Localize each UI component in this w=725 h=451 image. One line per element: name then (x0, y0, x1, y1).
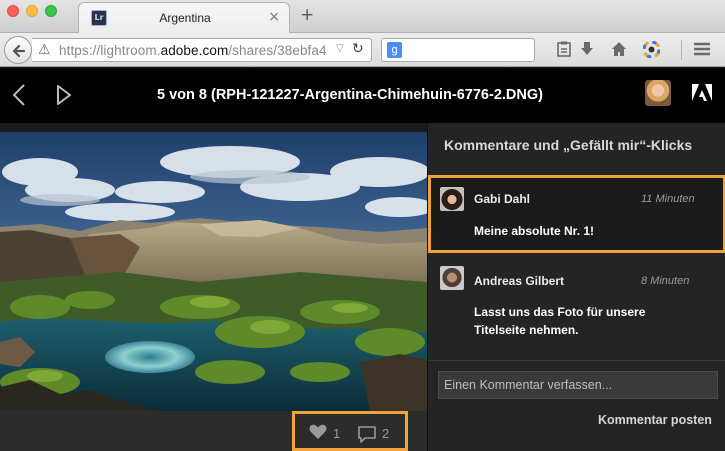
likes-comments-counter: 1 2 (292, 411, 408, 451)
comment-text: Meine absolute Nr. 1! (474, 224, 595, 238)
warning-icon: ⚠ (38, 42, 51, 58)
tab-bar: Lr Argentina × + (0, 0, 725, 33)
home-icon[interactable] (611, 41, 627, 60)
comment-time: 11 Minuten (641, 193, 695, 205)
navigation-bar: ⚠ https://lightroom.adobe.com/shares/38e… (0, 33, 725, 67)
adobe-logo-icon[interactable] (692, 84, 712, 102)
page-title: 5 von 8 (RPH-121227-Argentina-Chimehuin-… (157, 87, 543, 103)
google-icon[interactable]: g (387, 42, 402, 58)
back-button[interactable] (4, 36, 32, 64)
browser-tab[interactable]: Lr Argentina × (78, 2, 290, 33)
comment-author: Gabi Dahl (474, 192, 531, 206)
address-bar[interactable]: ⚠ https://lightroom.adobe.com/shares/38e… (32, 38, 372, 62)
avatar[interactable] (645, 80, 671, 106)
avatar (440, 187, 464, 211)
comment-item: Andreas Gilbert 8 Minuten Lasst uns das … (428, 258, 725, 361)
panel-heading: Kommentare und „Gefällt mir“-Klicks (444, 137, 693, 153)
menu-icon[interactable] (693, 41, 711, 60)
tab-title: Argentina (159, 11, 211, 25)
comment-count: 2 (382, 426, 390, 441)
url-text[interactable]: https://lightroom.adobe.com/shares/38ebf… (59, 43, 327, 58)
zoom-window-button[interactable] (45, 5, 57, 17)
heart-icon[interactable] (309, 424, 327, 440)
minimize-window-button[interactable] (26, 5, 38, 17)
search-input[interactable]: g (381, 38, 535, 62)
toolbar-divider (681, 40, 682, 60)
comment-text: Lasst uns das Foto für unsere Titelseite… (474, 305, 646, 337)
close-window-button[interactable] (7, 5, 19, 17)
like-count: 1 (333, 426, 341, 441)
download-icon[interactable] (580, 41, 594, 60)
comment-item: Gabi Dahl 11 Minuten Meine absolute Nr. … (428, 175, 725, 253)
post-comment-button[interactable]: Kommentar posten (598, 413, 712, 427)
landscape-photo[interactable] (0, 132, 427, 411)
back-icon (12, 44, 26, 58)
color-wheel-icon[interactable] (642, 40, 661, 61)
comment-time: 8 Minuten (641, 275, 690, 287)
comments-panel: Kommentare und „Gefällt mir“-Klicks Gabi… (427, 123, 725, 451)
comment-bubble-icon[interactable] (357, 425, 377, 443)
avatar (440, 266, 464, 290)
close-tab-icon[interactable]: × (268, 9, 280, 25)
comment-input[interactable] (438, 371, 718, 399)
comment-author: Andreas Gilbert (474, 274, 565, 288)
bookmarks-icon[interactable] (557, 41, 571, 60)
reload-icon[interactable]: ↻ (352, 41, 364, 57)
app-header: 5 von 8 (RPH-121227-Argentina-Chimehuin-… (0, 68, 725, 123)
new-tab-button[interactable]: + (300, 5, 314, 25)
url-history-dropdown-icon[interactable]: ▽ (336, 43, 344, 54)
